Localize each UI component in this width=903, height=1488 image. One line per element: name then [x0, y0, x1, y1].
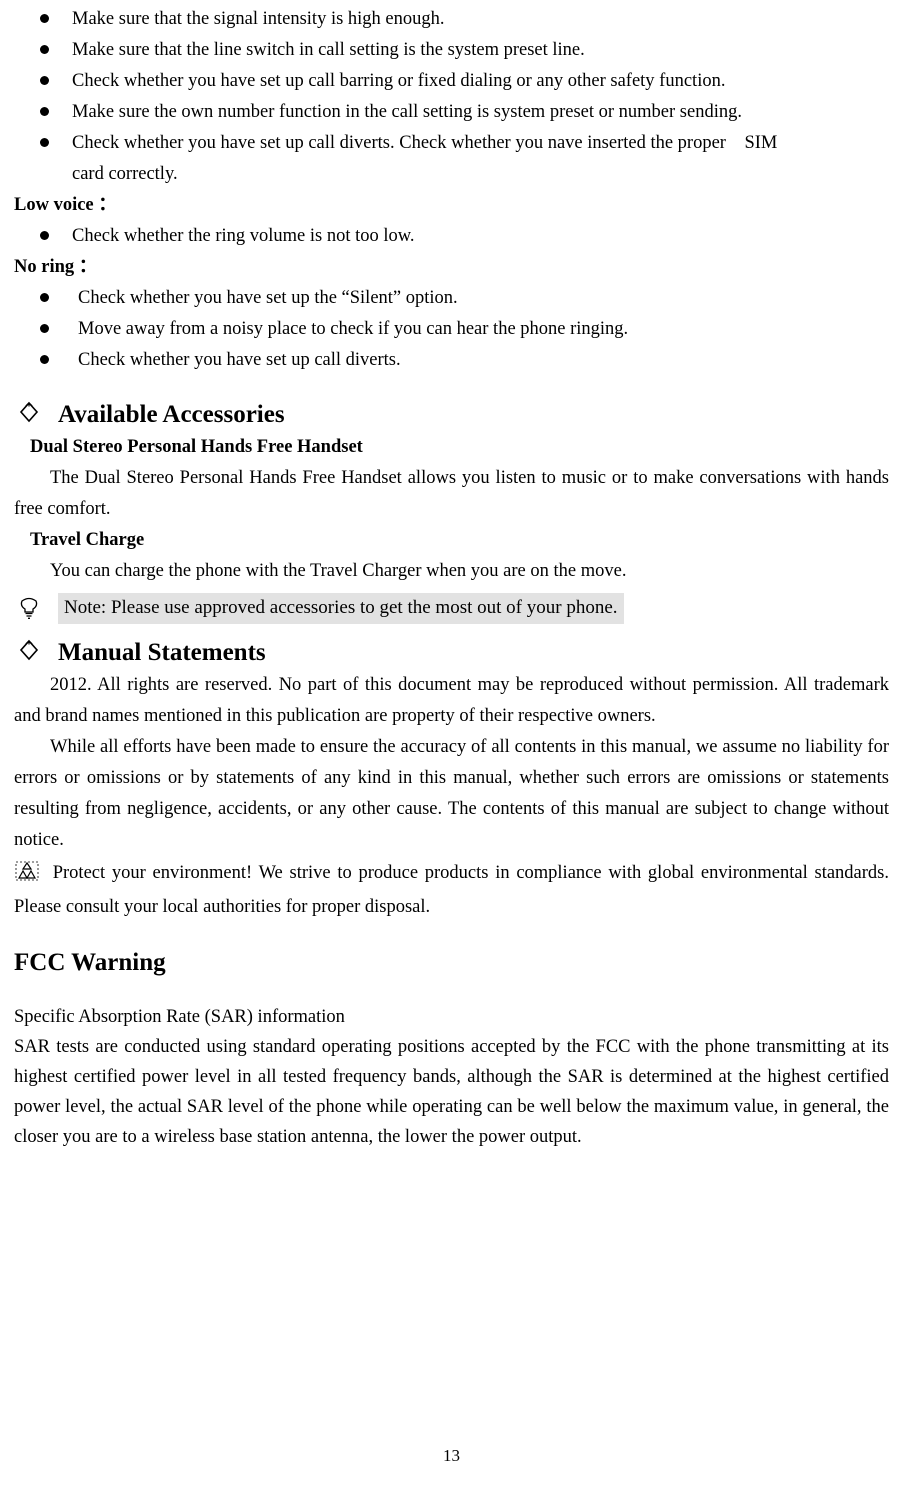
low-voice-bullet-list: Check whether the ring volume is not too…	[14, 221, 889, 252]
list-item-text: Check whether the ring volume is not too…	[72, 226, 415, 246]
document-page: Make sure that the signal intensity is h…	[0, 0, 903, 1488]
troubleshooting-bullet-list: Make sure that the signal intensity is h…	[14, 4, 889, 159]
list-item-text: Check whether you have set up call barri…	[72, 71, 726, 91]
accessory-title: Travel Charge	[30, 530, 145, 550]
list-item: Check whether you have set up call diver…	[14, 345, 889, 376]
bullet-icon	[40, 293, 49, 302]
accessory-body: The Dual Stereo Personal Hands Free Hand…	[14, 468, 889, 519]
list-item-text: Make sure that the signal intensity is h…	[72, 9, 445, 29]
diamond-outline-icon	[18, 401, 40, 423]
recycle-icon	[14, 860, 40, 882]
list-item-continuation: card correctly.	[72, 164, 178, 184]
list-item-text: Check whether you have set up call diver…	[72, 133, 778, 153]
page-content: Make sure that the signal intensity is h…	[0, 0, 903, 1152]
list-item: Make sure that the signal intensity is h…	[14, 4, 889, 35]
bullet-icon	[40, 107, 49, 116]
bullet-icon	[40, 76, 49, 85]
bullet-icon	[40, 324, 49, 333]
list-item: Make sure the own number function in the…	[14, 97, 889, 128]
list-item-text: Check whether you have set up call diver…	[78, 350, 401, 370]
list-item: Check whether you have set up call diver…	[14, 128, 889, 159]
section-heading-manual-statements: Manual Statements	[14, 636, 889, 670]
environment-text: Protect your environment! We strive to p…	[14, 863, 889, 917]
environment-paragraph: Protect your environment! We strive to p…	[14, 856, 889, 924]
section-heading-text: Available Accessories	[58, 401, 285, 428]
list-item: Check whether the ring volume is not too…	[14, 221, 889, 252]
note-text: Note: Please use approved accessories to…	[58, 593, 624, 624]
bullet-icon	[40, 355, 49, 364]
list-item-text: Make sure the own number function in the…	[72, 102, 742, 122]
no-ring-bullet-list: Check whether you have set up the “Silen…	[14, 283, 889, 376]
accessory-body: You can charge the phone with the Travel…	[50, 561, 627, 581]
sar-paragraph: SAR tests are conducted using standard o…	[14, 1037, 889, 1147]
no-ring-heading: No ring ：	[14, 257, 98, 277]
list-item-text: Make sure that the line switch in call s…	[72, 40, 585, 60]
manual-statement-paragraph: 2012. All rights are reserved. No part o…	[14, 675, 889, 726]
bullet-icon	[40, 138, 49, 147]
note-block: Note: Please use approved accessories to…	[14, 593, 889, 624]
section-heading-text: Manual Statements	[58, 639, 266, 666]
low-voice-heading: Low voice ：	[14, 195, 117, 215]
list-item-text: Check whether you have set up the “Silen…	[78, 288, 458, 308]
accessory-title: Dual Stereo Personal Hands Free Handset	[30, 437, 363, 457]
section-heading-available-accessories: Available Accessories	[14, 398, 889, 432]
bullet-icon	[40, 45, 49, 54]
sar-info-line: Specific Absorption Rate (SAR) informati…	[14, 1007, 345, 1027]
list-item: Check whether you have set up the “Silen…	[14, 283, 889, 314]
list-item: Check whether you have set up call barri…	[14, 66, 889, 97]
list-item: Move away from a noisy place to check if…	[14, 314, 889, 345]
fcc-warning-heading: FCC Warning	[14, 949, 166, 976]
lightbulb-icon	[14, 596, 44, 622]
bullet-icon	[40, 231, 49, 240]
list-item: Make sure that the line switch in call s…	[14, 35, 889, 66]
list-item-text: Move away from a noisy place to check if…	[78, 319, 629, 339]
diamond-outline-icon	[18, 639, 40, 661]
bullet-icon	[40, 14, 49, 23]
manual-statement-paragraph: While all efforts have been made to ensu…	[14, 737, 889, 850]
page-number: 13	[443, 1446, 460, 1465]
